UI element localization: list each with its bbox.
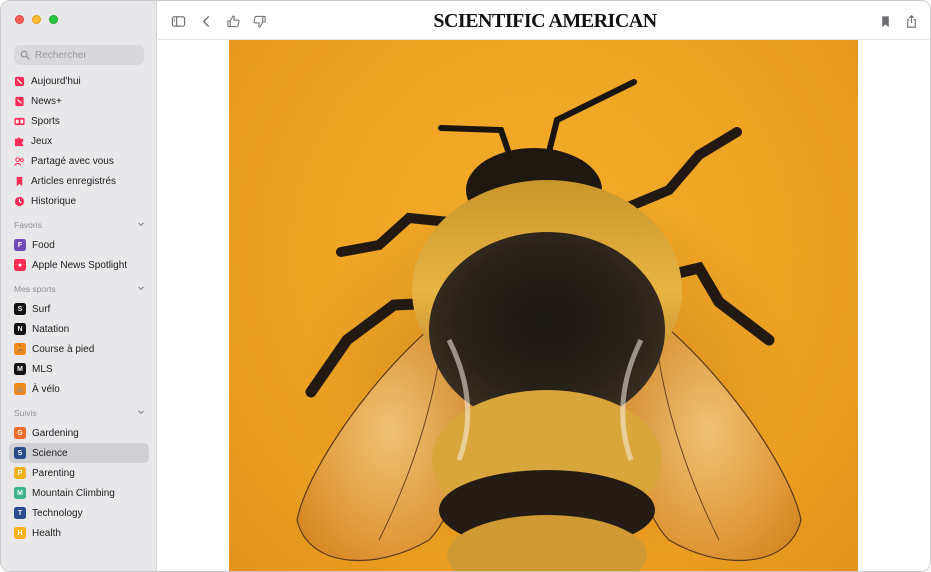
sidebar-item-label: Surf xyxy=(32,303,51,315)
sidebar-item-jeux[interactable]: Jeux xyxy=(9,131,149,151)
minimize-window-button[interactable] xyxy=(32,15,41,24)
sidebar-item-surf[interactable]: S Surf xyxy=(9,299,149,319)
sidebar-item-label: À vélo xyxy=(32,383,60,395)
sidebar-item-label: Parenting xyxy=(32,467,75,479)
chevron-down-icon[interactable] xyxy=(137,408,145,418)
window-controls xyxy=(15,15,58,24)
sidebar-item-label: Sports xyxy=(31,115,60,127)
sidebar-item-technology[interactable]: T Technology xyxy=(9,503,149,523)
sidebar-item-label: Mountain Climbing xyxy=(32,487,115,499)
channel-logo-icon: N xyxy=(14,323,26,335)
channel-logo-icon: 🚲 xyxy=(14,383,26,395)
sidebar-item-label: Historique xyxy=(31,195,77,207)
sidebar-item-label: Aujourd'hui xyxy=(31,75,81,87)
news-app-window: Aujourd'hui News+ Sports Jeux Partagé avec v… xyxy=(0,0,931,572)
sidebar-item-label: Articles enregistrés xyxy=(31,175,117,187)
search-field[interactable] xyxy=(14,45,144,65)
sidebar-item-food[interactable]: F Food xyxy=(9,235,149,255)
sidebar-item--v-lo[interactable]: 🚲 À vélo xyxy=(9,379,149,399)
puzzle-icon xyxy=(14,136,25,147)
channel-logo-icon: M xyxy=(14,487,26,499)
sidebar-item-label: Jeux xyxy=(31,135,53,147)
sidebar-nav: Aujourd'hui News+ Sports Jeux Partagé avec v… xyxy=(9,71,149,543)
sidebar-section-header[interactable]: Favoris xyxy=(9,211,149,235)
clock-icon xyxy=(14,196,25,207)
sidebar-item-articles-enregistr-s[interactable]: Articles enregistrés xyxy=(9,171,149,191)
section-title: Suivis xyxy=(14,408,37,418)
news-icon xyxy=(14,76,25,87)
sidebar-item-science[interactable]: S Science xyxy=(9,443,149,463)
news-plus-icon xyxy=(14,96,25,107)
bumblebee-illustration xyxy=(296,79,802,571)
article-hero-image xyxy=(229,40,858,571)
sidebar: Aujourd'hui News+ Sports Jeux Partagé avec v… xyxy=(1,1,157,571)
channel-logo-icon: H xyxy=(14,527,26,539)
sidebar-item-natation[interactable]: N Natation xyxy=(9,319,149,339)
chevron-down-icon[interactable] xyxy=(137,284,145,294)
sidebar-item-aujourd-hui[interactable]: Aujourd'hui xyxy=(9,71,149,91)
channel-logo-icon: 🏃 xyxy=(14,343,26,355)
sidebar-item-gardening[interactable]: G Gardening xyxy=(9,423,149,443)
channel-logo-icon: M xyxy=(14,363,26,375)
section-title: Mes sports xyxy=(14,284,56,294)
sidebar-item-label: Health xyxy=(32,527,61,539)
sidebar-item-news[interactable]: News+ xyxy=(9,91,149,111)
sidebar-item-mountain-climbing[interactable]: M Mountain Climbing xyxy=(9,483,149,503)
sidebar-item-label: Science xyxy=(32,447,68,459)
share-button[interactable] xyxy=(903,13,919,29)
section-title: Favoris xyxy=(14,220,42,230)
search-input[interactable] xyxy=(35,49,135,61)
search-icon xyxy=(20,50,30,60)
channel-logo-icon: S xyxy=(14,447,26,459)
sidebar-item-mls[interactable]: M MLS xyxy=(9,359,149,379)
sidebar-item-label: Apple News Spotlight xyxy=(32,259,128,271)
bookmark-icon xyxy=(881,15,889,27)
chevron-down-icon[interactable] xyxy=(137,220,145,230)
channel-logo-icon: P xyxy=(14,467,26,479)
sidebar-item-partag-avec-vous[interactable]: Partagé avec vous xyxy=(9,151,149,171)
sidebar-item-sports[interactable]: Sports xyxy=(9,111,149,131)
save-article-button[interactable] xyxy=(877,13,893,29)
channel-logo-icon: G xyxy=(14,427,26,439)
zoom-window-button[interactable] xyxy=(49,15,58,24)
channel-logo-icon: T xyxy=(14,507,26,519)
sidebar-item-historique[interactable]: Historique xyxy=(9,191,149,211)
channel-logo-icon: S xyxy=(14,303,26,315)
channel-logo-icon: ● xyxy=(14,259,26,271)
share-icon xyxy=(906,14,916,28)
sidebar-item-label: Partagé avec vous xyxy=(31,155,114,167)
sidebar-item-parenting[interactable]: P Parenting xyxy=(9,463,149,483)
sidebar-item-apple-news-spotlight[interactable]: ● Apple News Spotlight xyxy=(9,255,149,275)
sidebar-item-label: Course à pied xyxy=(32,343,95,355)
scoreboard-icon xyxy=(14,116,25,127)
close-window-button[interactable] xyxy=(15,15,24,24)
sidebar-section-header[interactable]: Suivis xyxy=(9,399,149,423)
toolbar: SCIENTIFIC AMERICAN xyxy=(158,1,930,40)
sidebar-item-course-pied[interactable]: 🏃 Course à pied xyxy=(9,339,149,359)
publication-masthead[interactable]: SCIENTIFIC AMERICAN xyxy=(158,10,930,33)
sidebar-item-health[interactable]: H Health xyxy=(9,523,149,543)
sidebar-item-label: Natation xyxy=(32,323,70,335)
sidebar-item-label: News+ xyxy=(31,95,62,107)
sidebar-item-label: Technology xyxy=(32,507,83,519)
article-view[interactable] xyxy=(158,40,930,571)
sidebar-item-label: Gardening xyxy=(32,427,79,439)
sidebar-section-header[interactable]: Mes sports xyxy=(9,275,149,299)
bookmark-icon xyxy=(14,176,25,187)
sidebar-item-label: Food xyxy=(32,239,55,251)
channel-logo-icon: F xyxy=(14,239,26,251)
shared-people-icon xyxy=(14,156,25,167)
sidebar-item-label: MLS xyxy=(32,363,53,375)
